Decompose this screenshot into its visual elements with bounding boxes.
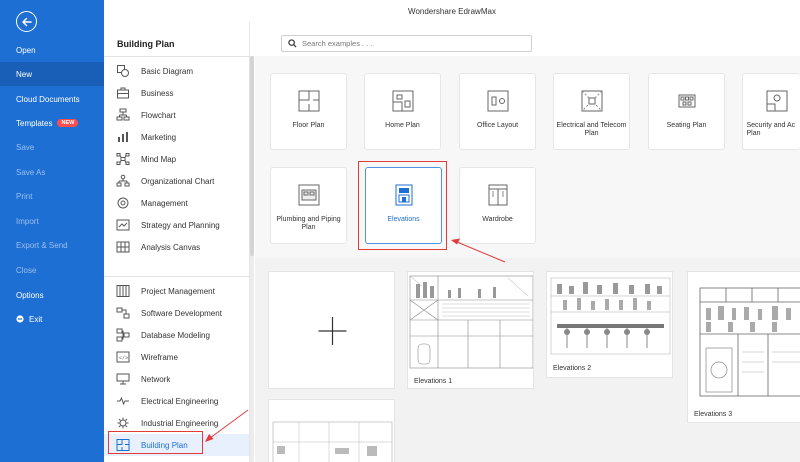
arrow-to-building-plan xyxy=(205,409,249,442)
arrow-to-elevations xyxy=(451,238,506,263)
annotation-arrows xyxy=(205,238,506,442)
